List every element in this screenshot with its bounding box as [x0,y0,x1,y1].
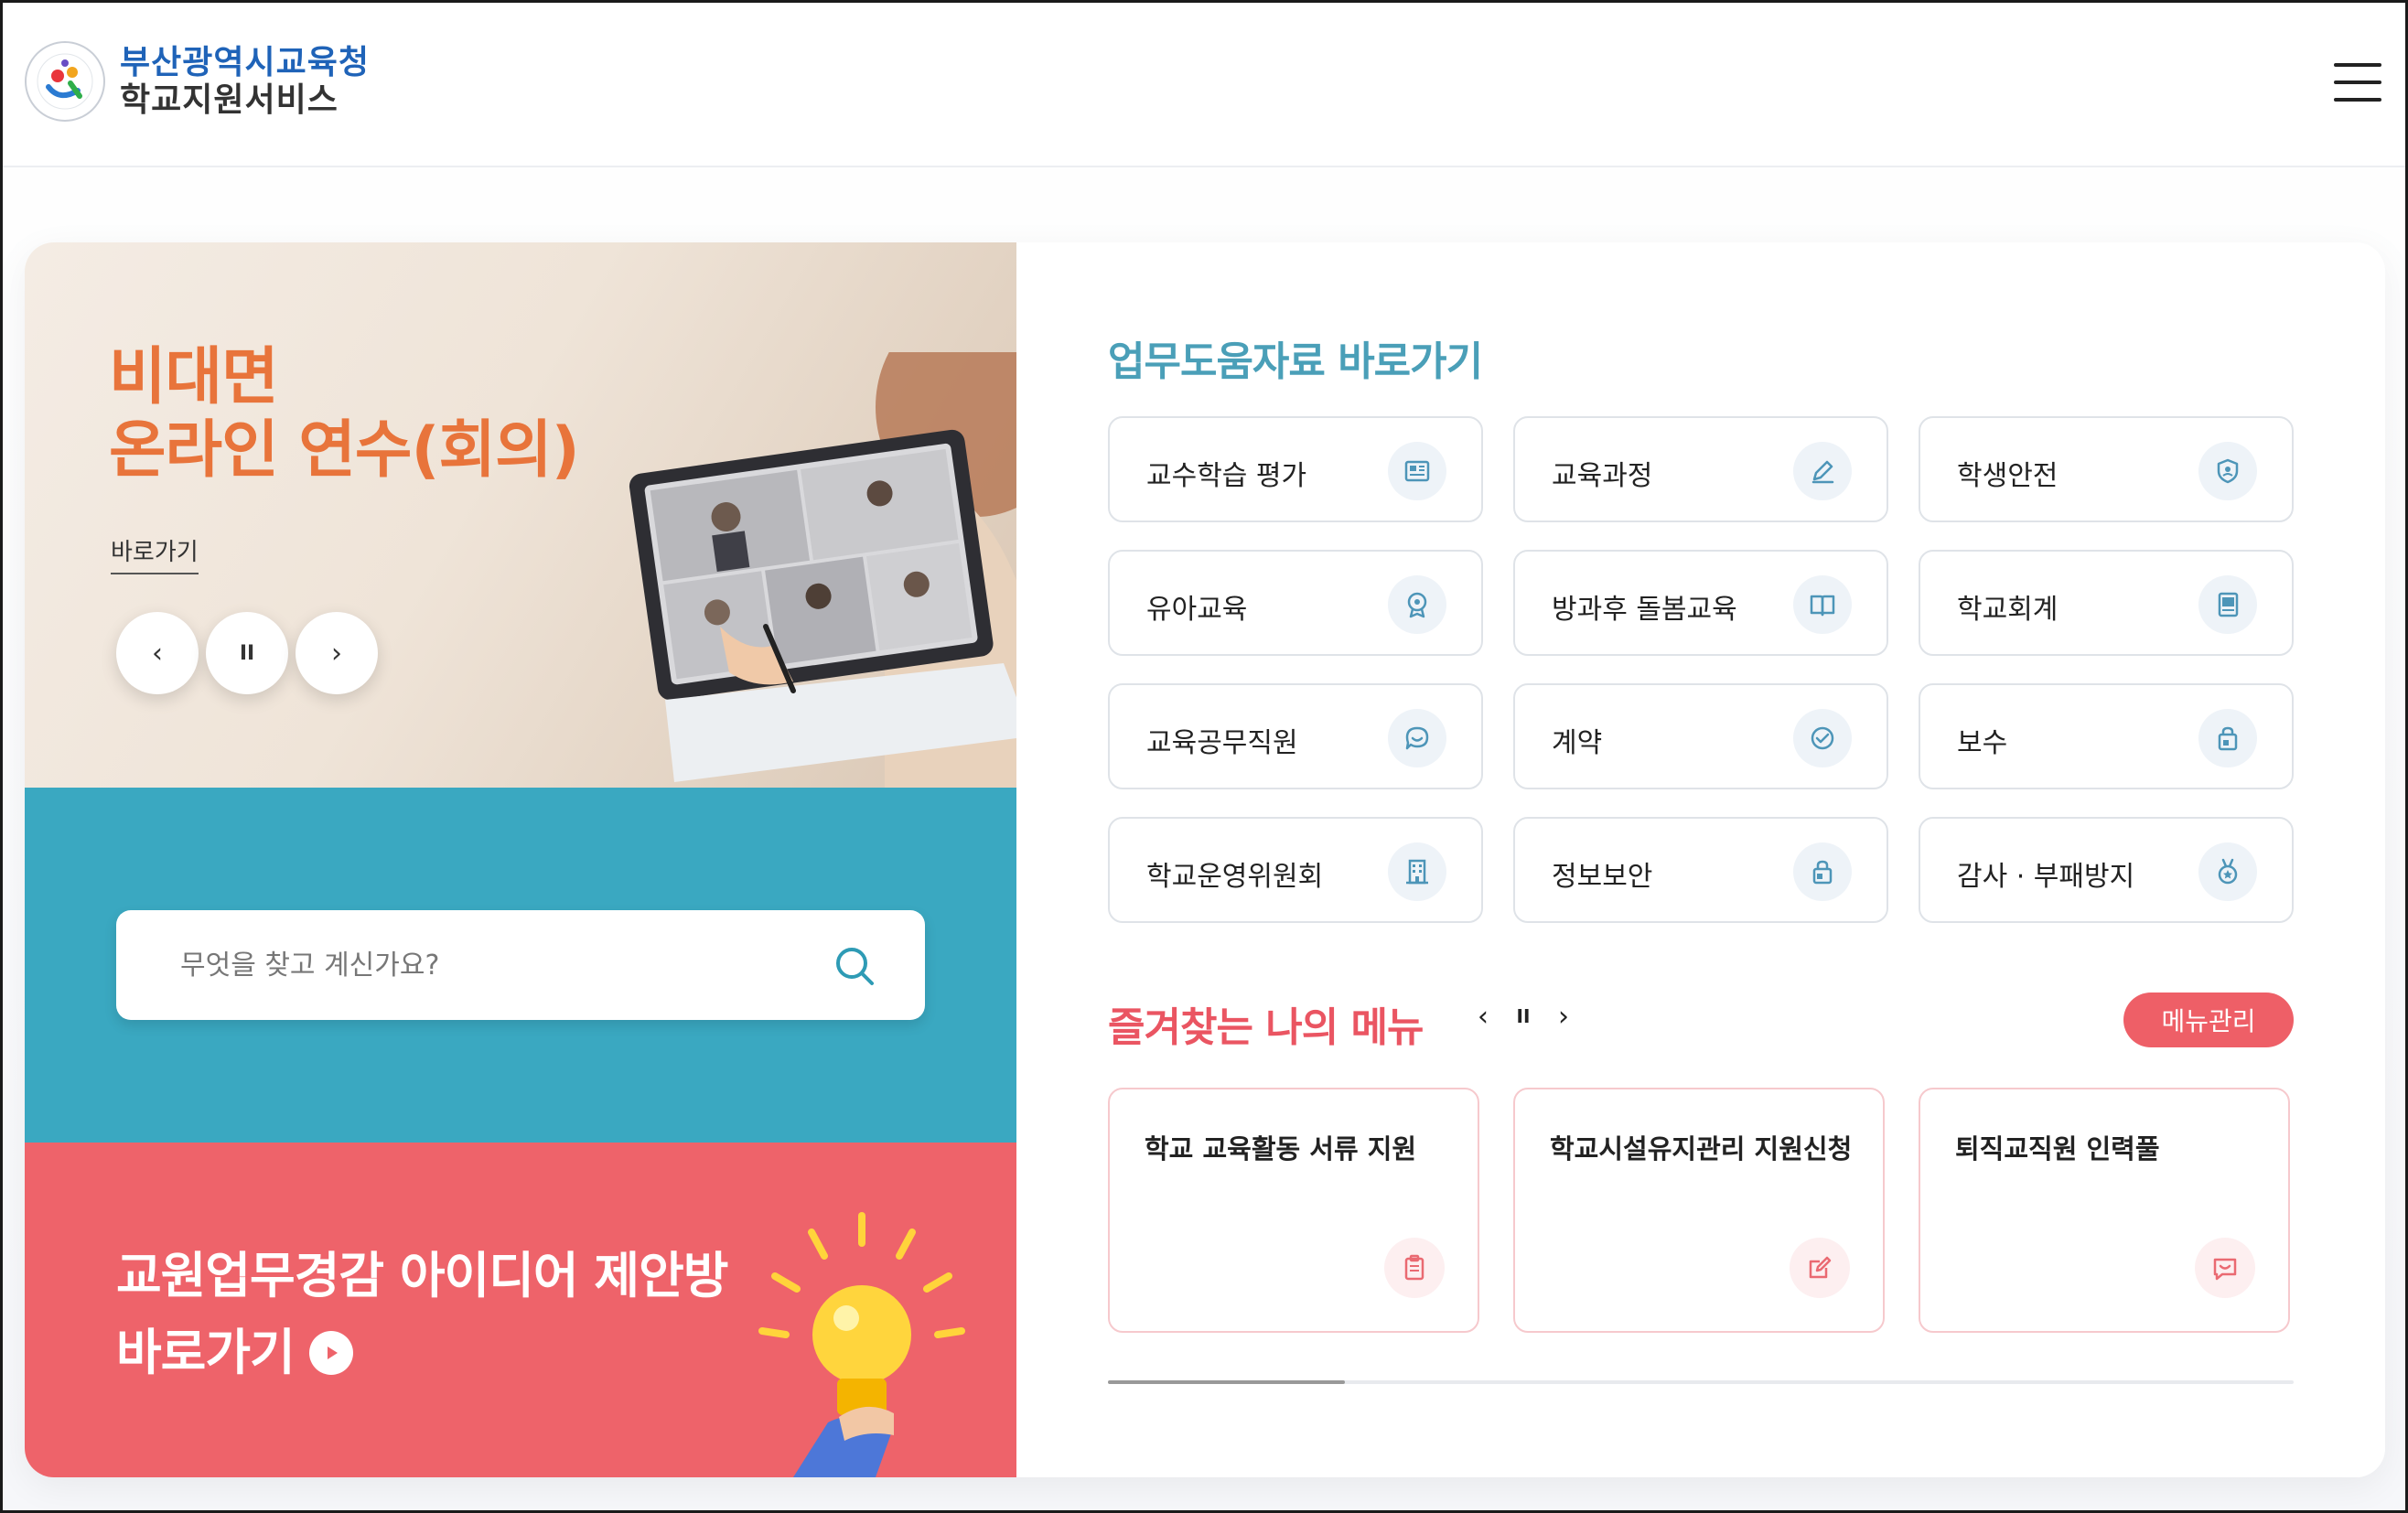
book-icon [1793,575,1852,634]
chat-icon [1388,709,1446,767]
shortcut-label: 학생안전 [1957,460,2059,492]
idea-go-link[interactable]: 바로가기 [116,1314,353,1391]
ledger-icon [2198,575,2257,634]
lightbulb-icon [758,1212,965,1477]
search-icon[interactable] [833,945,876,987]
idea-suggestion-section[interactable]: 교원업무경감 아이디어 제안방 바로가기 [25,1143,1016,1477]
logo-text: 부산광역시교육청 학교지원서비스 [120,44,370,120]
banner-title-line2: 온라인 연수(회의) [109,414,580,488]
idea-line2: 바로가기 [116,1323,296,1381]
favorites-slider-controls: ‹ II › [1470,998,1576,1035]
favorites-grid: 학교 교육활동 서류 지원 학교시설유지관리 지원신청 퇴직교직원 인력풀 [1108,1088,2294,1333]
check-circle-icon [1793,709,1852,767]
page-frame: 부산광역시교육청 학교지원서비스 비대면 온라인 연수(회의) 바로가기 ‹ I… [0,0,2408,1513]
shortcut-label: 유아교육 [1146,594,1248,626]
logo-title: 부산광역시교육청 [120,43,370,81]
menu-manage-button[interactable]: 메뉴관리 [2123,993,2294,1047]
search-box [116,910,925,1020]
favorite-retired-staff-pool[interactable]: 퇴직교직원 인력풀 [1919,1088,2290,1333]
hamburger-bar [2334,98,2381,102]
banner-title-line1: 비대면 [109,341,279,413]
site-header: 부산광역시교육청 학교지원서비스 [3,3,2405,167]
shortcut-label: 학교운영위원회 [1146,861,1324,893]
shortcut-audit-anticorruption[interactable]: 감사 · 부패방지 [1919,817,2294,923]
favorite-facility-maintenance-request[interactable]: 학교시설유지관리 지원신청 [1513,1088,1885,1333]
banner-slider-controls: ‹ II › [116,612,378,694]
favorites-title: 즐겨찾는 나의 메뉴 [1108,1004,1424,1051]
site-logo[interactable]: 부산광역시교육청 학교지원서비스 [23,39,370,123]
favorites-next-button[interactable]: › [1551,998,1576,1035]
shortcut-label: 계약 [1552,727,1603,759]
message-icon [2195,1238,2255,1298]
shortcut-grid: 교수학습 평가 교육과정 학생안전 유아교육 방과후 돌봄교육 학교회계 교육공… [1108,416,2294,923]
favorites-prev-button[interactable]: ‹ [1470,998,1496,1035]
banner-title: 비대면 온라인 연수(회의) [109,341,580,488]
pencil-icon [1793,442,1852,500]
banner-next-button[interactable]: › [296,612,378,694]
shortcut-label: 감사 · 부패방지 [1957,861,2135,893]
shortcut-information-security[interactable]: 정보보안 [1513,817,1888,923]
shortcut-label: 방과후 돌봄교육 [1552,594,1737,626]
bag-icon [2198,709,2257,767]
video-conference-laptop-image [629,352,1016,788]
shortcut-student-safety[interactable]: 학생안전 [1919,416,2294,522]
shortcut-label: 교육공무직원 [1146,727,1298,759]
shortcut-label: 학교회계 [1957,594,2059,626]
shortcut-label: 정보보안 [1552,861,1653,893]
banner-shortcut-link[interactable]: 바로가기 [111,533,199,574]
search-input[interactable] [180,910,821,1020]
play-icon [308,1330,353,1375]
building-icon [1388,842,1446,901]
shortcut-label: 보수 [1957,727,2008,759]
idea-line1: 교원업무경감 아이디어 제안방 [116,1247,728,1304]
shortcut-label: 교육과정 [1552,460,1653,492]
shortcut-teaching-evaluation[interactable]: 교수학습 평가 [1108,416,1483,522]
hamburger-bar [2334,80,2381,84]
favorite-label: 학교시설유지관리 지원신청 [1550,1133,1853,1164]
banner-pause-button[interactable]: II [206,612,288,694]
shield-icon [2198,442,2257,500]
shortcut-school-committee[interactable]: 학교운영위원회 [1108,817,1483,923]
shortcut-afterschool-care[interactable]: 방과후 돌봄교육 [1513,550,1888,656]
shortcut-salary[interactable]: 보수 [1919,683,2294,789]
favorite-label: 학교 교육활동 서류 지원 [1145,1133,1417,1164]
menu-hamburger-button[interactable] [2334,63,2381,105]
right-column: 업무도움자료 바로가기 교수학습 평가 교육과정 학생안전 유아교육 방과후 돌… [1016,242,2385,1477]
shortcut-label: 교수학습 평가 [1146,460,1307,492]
favorites-progress-track [1108,1380,2294,1384]
emblem-icon [25,41,105,122]
hamburger-bar [2334,63,2381,67]
left-column: 비대면 온라인 연수(회의) 바로가기 ‹ II › 무엇을 찾고 계신가요? … [25,242,1016,1477]
favorite-label: 퇴직교직원 인력풀 [1955,1133,2160,1164]
favorites-pause-button[interactable]: II [1510,998,1536,1035]
shortcut-early-childhood[interactable]: 유아교육 [1108,550,1483,656]
lock-icon [1793,842,1852,901]
main-card: 비대면 온라인 연수(회의) 바로가기 ‹ II › 무엇을 찾고 계신가요? … [25,242,2385,1477]
medal-icon [2198,842,2257,901]
shortcut-contract[interactable]: 계약 [1513,683,1888,789]
banner-prev-button[interactable]: ‹ [116,612,199,694]
logo-subtitle: 학교지원서비스 [120,81,339,119]
clipboard-icon [1384,1238,1445,1298]
shortcut-curriculum[interactable]: 교육과정 [1513,416,1888,522]
search-section [25,788,1016,1143]
badge-icon [1388,575,1446,634]
edit-icon [1790,1238,1850,1298]
idea-text: 교원업무경감 아이디어 제안방 바로가기 [116,1238,728,1391]
newspaper-icon [1388,442,1446,500]
favorites-progress-fill [1108,1380,1346,1384]
shortcuts-title: 업무도움자료 바로가기 [1108,338,1483,385]
promo-banner: 비대면 온라인 연수(회의) 바로가기 ‹ II › [25,242,1016,788]
favorite-school-activity-documents[interactable]: 학교 교육활동 서류 지원 [1108,1088,1479,1333]
shortcut-school-accounting[interactable]: 학교회계 [1919,550,2294,656]
shortcut-education-staff[interactable]: 교육공무직원 [1108,683,1483,789]
